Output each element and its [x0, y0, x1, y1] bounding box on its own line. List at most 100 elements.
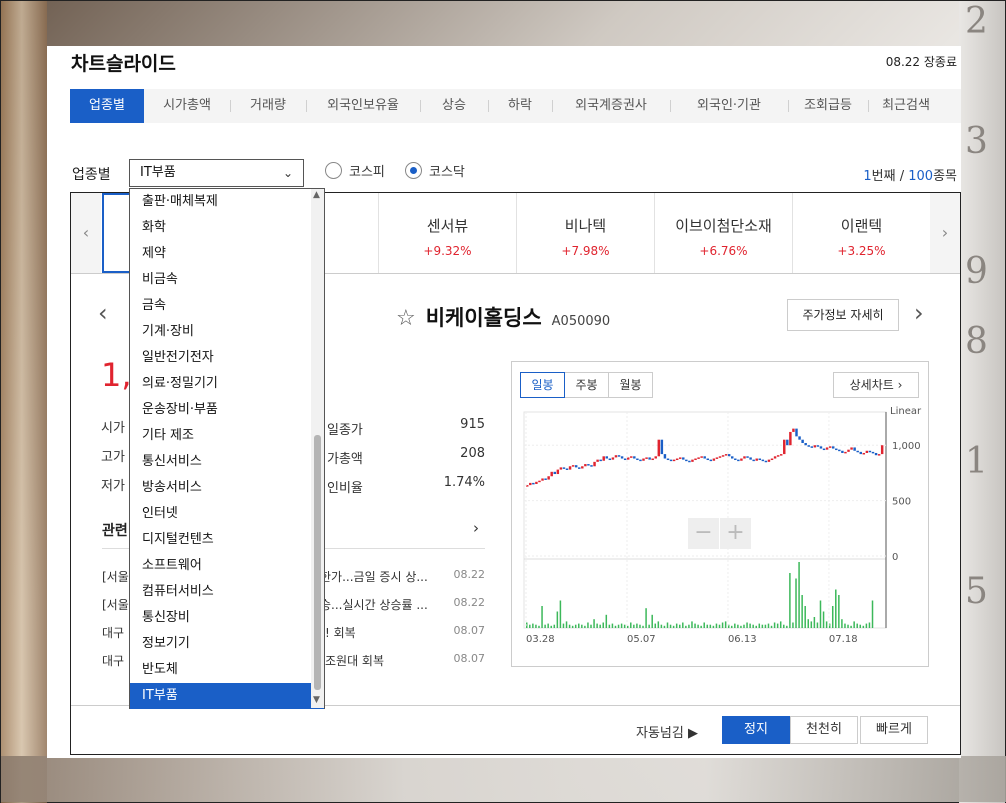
dropdown-item[interactable]: 정보기기 — [130, 631, 324, 657]
volume-bar — [761, 624, 764, 628]
candle — [574, 465, 578, 468]
strip-card[interactable]: 이랜텍 +3.25% — [792, 193, 930, 273]
stat-foreign-ratio-label: 인비율 — [327, 481, 363, 496]
volume-bar — [850, 625, 852, 628]
dropdown-item[interactable]: 화학 — [130, 215, 324, 241]
candle — [856, 450, 859, 453]
chevron-down-icon: ⌄ — [282, 166, 293, 180]
candle — [697, 457, 700, 459]
zoom-out-button[interactable]: − — [688, 518, 719, 549]
dropdown-item[interactable]: 컴퓨터서비스 — [130, 579, 324, 605]
strip-card-pct: +6.76% — [699, 244, 748, 258]
tab-foreign-ownership[interactable]: 외국인보유율 — [306, 89, 420, 123]
volume-bar — [737, 624, 739, 628]
prev-stock-button[interactable]: ‹ — [98, 299, 108, 327]
dropdown-item[interactable]: IT부품 — [130, 683, 324, 709]
dropdown-item[interactable]: 반도체 — [130, 657, 324, 683]
candle — [568, 466, 572, 470]
news-title: ! 회복 — [325, 626, 356, 640]
volume-bar — [626, 625, 629, 628]
candle — [559, 467, 563, 470]
strip-prev-button[interactable]: ‹ — [71, 193, 101, 273]
chart-tab-weekly[interactable]: 주봉 — [564, 372, 609, 398]
tab-volume[interactable]: 거래량 — [230, 89, 306, 123]
dropdown-item[interactable]: 의료·정밀기기 — [130, 371, 324, 397]
stock-detail-button[interactable]: 주가정보 자세히 — [787, 299, 899, 331]
strip-card[interactable]: 비나텍 +7.98% — [516, 193, 654, 273]
strip-card[interactable]: 이브이첨단소재 +6.76% — [654, 193, 792, 273]
dropdown-item[interactable]: 방송서비스 — [130, 475, 324, 501]
dropdown-item[interactable]: 기계·장비 — [130, 319, 324, 345]
tab-falling[interactable]: 하락 — [488, 89, 552, 123]
next-stock-button[interactable]: › — [914, 299, 924, 327]
volume-bar — [773, 622, 776, 628]
volume-bar — [672, 625, 675, 628]
volume-bar — [868, 622, 871, 628]
dropdown-item[interactable]: 금속 — [130, 293, 324, 319]
dropdown-item[interactable]: 인터넷 — [130, 501, 324, 527]
favorite-star-icon[interactable]: ☆ — [396, 306, 416, 331]
tab-search-surge[interactable]: 조회급등 — [788, 89, 868, 123]
volume-bar — [825, 621, 828, 628]
volume-bar — [620, 623, 623, 628]
volume-bar — [669, 624, 672, 628]
volume-bar — [859, 624, 862, 628]
dropdown-item[interactable]: 통신장비 — [130, 605, 324, 631]
sector-select[interactable]: IT부품 ⌄ — [129, 159, 304, 187]
candle — [789, 431, 792, 446]
stock-code: A050090 — [551, 314, 611, 329]
tab-foreign-brokers[interactable]: 외국계증권사 — [552, 89, 670, 123]
candle — [868, 450, 872, 453]
dropdown-item[interactable]: 소프트웨어 — [130, 553, 324, 579]
radio-kosdaq[interactable]: 코스닥 — [405, 161, 465, 180]
candle — [825, 447, 829, 450]
candle — [847, 449, 850, 452]
dropdown-item[interactable]: 일반전기전자 — [130, 345, 324, 371]
dropdown-scrollbar[interactable]: ▲ ▼ — [311, 189, 324, 708]
dropdown-item[interactable]: 출판·매체복제 — [130, 189, 324, 215]
volume-bar — [663, 625, 666, 628]
candle — [761, 459, 765, 462]
scrollbar-thumb[interactable] — [314, 435, 321, 690]
chevron-right-icon[interactable]: › — [473, 519, 479, 537]
strip-card[interactable]: 센서뷰 +9.32% — [378, 193, 516, 273]
detail-chart-button[interactable]: 상세차트 › — [833, 372, 919, 398]
counter-sep: 번째 / — [871, 169, 909, 184]
volume-bar — [712, 625, 715, 628]
sector-select-value: IT부품 — [140, 165, 176, 180]
stop-button[interactable]: 정지 — [722, 716, 790, 744]
chart-tab-monthly[interactable]: 월봉 — [608, 372, 653, 398]
zoom-in-button[interactable]: + — [720, 518, 751, 549]
dropdown-item[interactable]: 디지털컨텐츠 — [130, 527, 324, 553]
volume-bar — [559, 600, 562, 628]
chart-tab-daily[interactable]: 일봉 — [520, 372, 565, 398]
tab-rising[interactable]: 상승 — [420, 89, 488, 123]
volume-bar — [740, 625, 742, 628]
dropdown-item[interactable]: 비금속 — [130, 267, 324, 293]
scroll-up-icon[interactable]: ▲ — [313, 190, 320, 200]
dropdown-item[interactable]: 통신서비스 — [130, 449, 324, 475]
volume-bar — [835, 589, 837, 628]
candle — [734, 458, 737, 461]
candle — [675, 458, 679, 461]
radio-kospi[interactable]: 코스피 — [325, 161, 385, 180]
dropdown-item[interactable]: 운송장비·부품 — [130, 397, 324, 423]
tab-market-cap[interactable]: 시가총액 — [144, 89, 230, 123]
dropdown-item[interactable]: 제약 — [130, 241, 324, 267]
volume-bar — [651, 614, 653, 628]
strip-next-button[interactable]: › — [930, 193, 960, 273]
fast-button[interactable]: 빠르게 — [860, 716, 928, 744]
slow-button[interactable]: 천천히 — [790, 716, 858, 744]
candle — [770, 458, 774, 461]
tab-recent-search[interactable]: 최근검색 — [868, 89, 944, 123]
candle — [578, 467, 581, 469]
news-prefix: [서울 — [102, 598, 129, 612]
tab-sector[interactable]: 업종별 — [70, 89, 144, 123]
candle — [737, 459, 740, 462]
stat-open-label: 시가 — [101, 421, 125, 436]
scroll-down-icon[interactable]: ▼ — [313, 695, 320, 705]
tab-foreign-institution[interactable]: 외국인·기관 — [670, 89, 788, 123]
candle — [529, 482, 532, 486]
candle — [617, 455, 621, 457]
dropdown-item[interactable]: 기타 제조 — [130, 423, 324, 449]
